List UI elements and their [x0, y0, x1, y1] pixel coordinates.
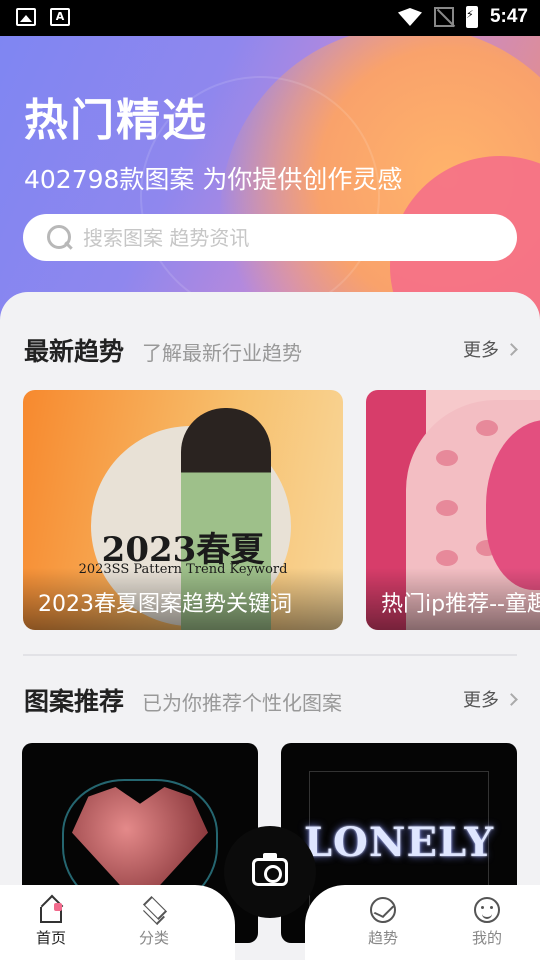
recommend-more-link[interactable]: 更多	[463, 686, 518, 712]
trends-description: 了解最新行业趋势	[142, 341, 303, 365]
layers-icon	[141, 897, 167, 923]
nav-label: 趋势	[367, 929, 398, 947]
no-signal-icon	[433, 7, 454, 27]
trend-card[interactable]: 热门ip推荐--童趣	[366, 390, 540, 630]
page-title: 热门精选	[24, 95, 208, 146]
user-icon	[474, 897, 500, 923]
page-subtitle: 402798款图案 为你提供创作灵感	[24, 165, 403, 194]
camera-icon	[252, 853, 288, 886]
recommend-title: 图案推荐	[24, 687, 125, 716]
status-bar: A 5:47	[0, 0, 540, 36]
trends-more-link[interactable]: 更多	[463, 336, 518, 362]
trends-title: 最新趋势	[24, 337, 125, 366]
hero-banner: 热门精选 402798款图案 为你提供创作灵感	[0, 36, 540, 336]
trend-icon	[370, 897, 396, 923]
chevron-right-icon	[505, 692, 518, 706]
more-label: 更多	[463, 690, 499, 711]
search-input[interactable]	[83, 225, 483, 250]
search-bar[interactable]	[23, 214, 517, 261]
main-panel: 最新趋势 了解最新行业趋势 更多 2023春夏 2023SS Pattern T…	[0, 292, 540, 943]
bear-pattern-dot	[436, 500, 458, 516]
bear-pattern-dot	[476, 420, 498, 436]
nav-label: 我的	[471, 929, 502, 947]
trend-card[interactable]: 2023春夏 2023SS Pattern Trend Keyword 2023…	[23, 390, 343, 630]
clock: 5:47	[489, 6, 528, 27]
nav-label: 首页	[35, 929, 66, 947]
image-icon	[16, 8, 36, 26]
bear-pattern-dot	[436, 550, 458, 566]
section-divider	[23, 654, 517, 656]
chevron-right-icon	[505, 342, 518, 356]
search-icon[interactable]	[47, 224, 73, 251]
bear-pattern-dot	[436, 450, 458, 466]
nav-trends[interactable]: 趋势	[348, 897, 418, 948]
trends-header: 最新趋势 了解最新行业趋势 更多	[24, 332, 518, 368]
recommend-header: 图案推荐 已为你推荐个性化图案 更多	[24, 682, 518, 718]
lonely-artwork: LONELY	[303, 819, 495, 866]
wifi-icon	[397, 8, 422, 26]
battery-charging-icon	[465, 6, 478, 28]
home-icon	[40, 903, 62, 923]
camera-button[interactable]	[224, 826, 316, 918]
trend-card-caption: 2023春夏图案趋势关键词	[23, 568, 343, 630]
more-label: 更多	[463, 340, 499, 361]
nav-label: 分类	[138, 929, 169, 947]
nav-home[interactable]: 首页	[16, 897, 86, 948]
font-a-icon: A	[50, 8, 70, 26]
recommend-description: 已为你推荐个性化图案	[142, 691, 343, 715]
nav-profile[interactable]: 我的	[452, 897, 522, 948]
nav-category[interactable]: 分类	[119, 897, 189, 948]
trend-card-caption: 热门ip推荐--童趣	[366, 568, 540, 630]
